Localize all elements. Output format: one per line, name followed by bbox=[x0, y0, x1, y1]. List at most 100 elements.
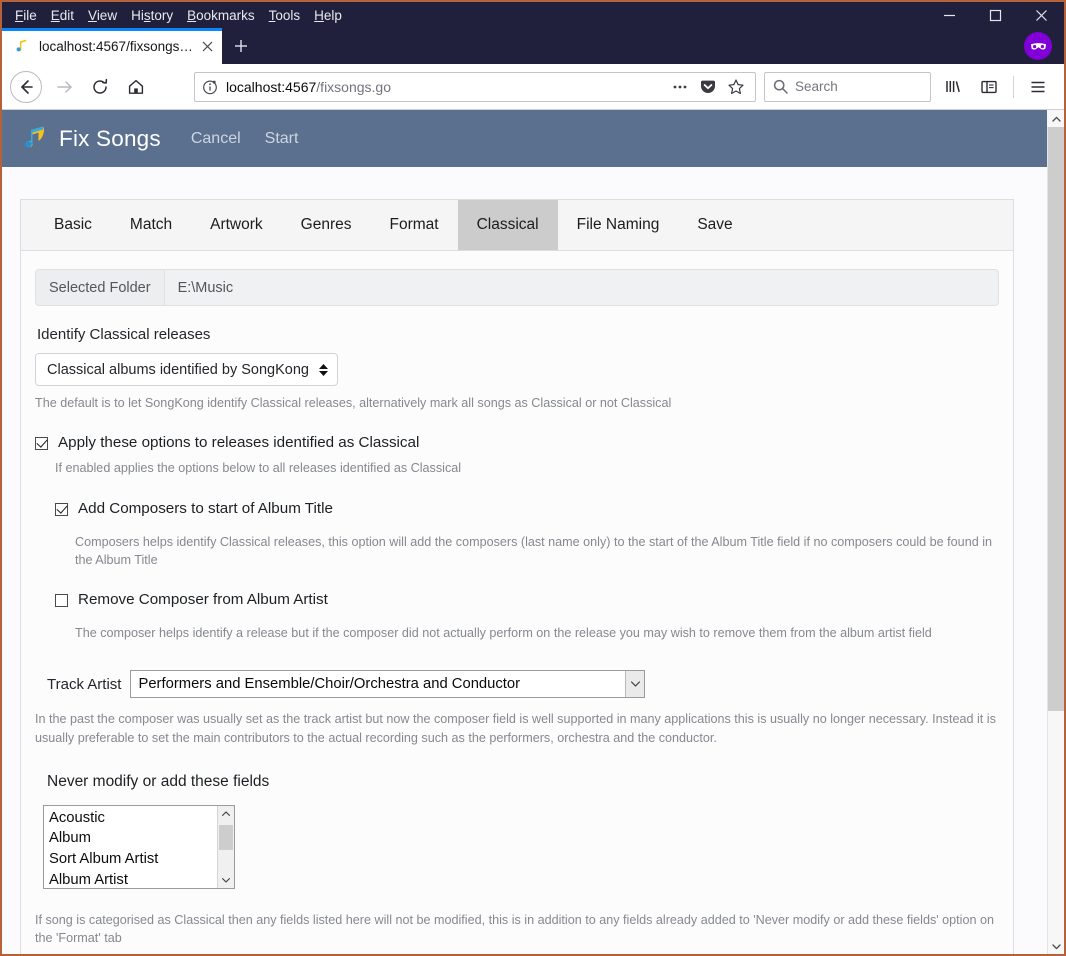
library-icon bbox=[946, 80, 960, 92]
back-arrow-icon bbox=[21, 79, 33, 94]
maximize-icon bbox=[989, 9, 1001, 21]
minimize-icon bbox=[943, 14, 955, 16]
close-icon bbox=[202, 41, 212, 51]
never-modify-listbox[interactable]: Acoustic Album Sort Album Artist Album A… bbox=[43, 804, 235, 889]
tab-format[interactable]: Format bbox=[371, 200, 458, 250]
identify-classical-value: Classical albums identified by SongKong bbox=[47, 361, 309, 378]
chevron-down-icon bbox=[625, 671, 645, 698]
scroll-down-icon[interactable] bbox=[218, 873, 234, 888]
menu-history[interactable]: History bbox=[124, 5, 180, 26]
track-artist-value: Performers and Ensemble/Choir/Orchestra … bbox=[138, 676, 521, 693]
window-controls bbox=[926, 2, 1064, 28]
menu-help[interactable]: Help bbox=[307, 5, 349, 26]
tab-classical[interactable]: Classical bbox=[457, 200, 558, 250]
add-composers-help: Composers helps identify Classical relea… bbox=[75, 534, 993, 567]
back-button[interactable] bbox=[10, 70, 42, 103]
browser-tab-title: localhost:4567/fixsongs.go bbox=[39, 38, 196, 54]
private-browsing-indicator[interactable] bbox=[1024, 32, 1052, 60]
toolbar-right-actions bbox=[935, 69, 1056, 105]
apply-options-row[interactable]: Apply these options to releases identifi… bbox=[35, 434, 999, 451]
add-composers-checkbox[interactable] bbox=[55, 502, 68, 516]
list-item[interactable]: Album Artist bbox=[49, 870, 217, 888]
page-scrollbar[interactable] bbox=[1047, 110, 1064, 954]
forward-button[interactable] bbox=[46, 69, 82, 105]
page-scroll-up-button[interactable] bbox=[1048, 110, 1064, 127]
tab-close-button[interactable] bbox=[196, 35, 218, 57]
selected-folder-group: Selected Folder E:\Music bbox=[35, 269, 999, 306]
sidebar-icon bbox=[981, 80, 997, 93]
web-page: Fix Songs Cancel Start Basic Match Artwo… bbox=[2, 110, 1047, 954]
add-composers-label: Add Composers to start of Album Title bbox=[78, 499, 333, 517]
remove-composer-help: The composer helps identify a release bu… bbox=[75, 626, 932, 640]
list-item[interactable]: Acoustic bbox=[49, 808, 217, 829]
add-composers-row[interactable]: Add Composers to start of Album Title bbox=[55, 500, 999, 517]
app-cancel-link[interactable]: Cancel bbox=[191, 130, 241, 148]
remove-composer-row[interactable]: Remove Composer from Album Artist bbox=[55, 591, 999, 608]
app-title: Fix Songs bbox=[59, 125, 161, 151]
menu-tools[interactable]: Tools bbox=[262, 5, 308, 26]
tab-artwork[interactable]: Artwork bbox=[191, 200, 282, 250]
reload-icon bbox=[93, 78, 108, 94]
selected-folder-value[interactable]: E:\Music bbox=[164, 270, 998, 305]
list-item[interactable]: Sort Album Artist bbox=[49, 849, 217, 870]
pocket-icon[interactable] bbox=[696, 75, 720, 99]
page-actions-icon[interactable] bbox=[668, 75, 692, 99]
minimize-button[interactable] bbox=[926, 2, 972, 28]
selected-folder-label: Selected Folder bbox=[36, 270, 165, 305]
identify-classical-select[interactable]: Classical albums identified by SongKong bbox=[35, 353, 338, 386]
tab-genres[interactable]: Genres bbox=[282, 200, 371, 250]
close-button[interactable] bbox=[1018, 2, 1064, 28]
page-viewport: Fix Songs Cancel Start Basic Match Artwo… bbox=[2, 110, 1064, 954]
home-icon bbox=[128, 79, 144, 94]
never-modify-title: Never modify or add these fields bbox=[47, 772, 270, 790]
page-scroll-thumb[interactable] bbox=[1048, 127, 1064, 711]
tab-match[interactable]: Match bbox=[111, 200, 191, 250]
songkong-note-logo bbox=[25, 126, 44, 148]
new-tab-button[interactable] bbox=[222, 28, 260, 64]
select-spinner-arrows-icon bbox=[318, 363, 328, 376]
apply-options-label: Apply these options to releases identifi… bbox=[58, 434, 420, 452]
page-info-icon[interactable] bbox=[202, 79, 218, 95]
library-button[interactable] bbox=[935, 69, 971, 105]
sidebar-button[interactable] bbox=[971, 69, 1007, 105]
url-bar[interactable]: localhost:4567/fixsongs.go bbox=[194, 71, 756, 102]
remove-composer-checkbox[interactable] bbox=[55, 594, 68, 607]
tab-basic[interactable]: Basic bbox=[35, 200, 111, 250]
forward-arrow-icon bbox=[57, 80, 72, 93]
list-item[interactable]: Album bbox=[49, 828, 217, 849]
listbox-scrollbar[interactable] bbox=[217, 805, 234, 888]
page-scroll-down-button[interactable] bbox=[1048, 938, 1064, 954]
search-icon bbox=[773, 79, 788, 94]
apply-options-checkbox[interactable] bbox=[35, 437, 48, 451]
app-menu-button[interactable] bbox=[1020, 69, 1056, 105]
never-modify-help: If song is categorised as Classical then… bbox=[35, 912, 994, 945]
url-bar-actions bbox=[668, 75, 748, 99]
track-artist-select[interactable]: Performers and Ensemble/Choir/Orchestra … bbox=[130, 670, 646, 699]
url-path: /fixsongs.go bbox=[316, 78, 392, 95]
settings-tab-bar: Basic Match Artwork Genres Format Classi… bbox=[21, 200, 1013, 251]
track-artist-help: In the past the composer was usually set… bbox=[35, 712, 996, 745]
menu-edit[interactable]: Edit bbox=[44, 5, 81, 26]
menu-bookmarks[interactable]: Bookmarks bbox=[180, 5, 262, 26]
search-bar[interactable]: Search bbox=[764, 71, 931, 102]
app-start-link[interactable]: Start bbox=[265, 130, 299, 148]
scroll-up-icon bbox=[1052, 116, 1061, 122]
search-input[interactable]: Search bbox=[795, 79, 838, 94]
reload-button[interactable] bbox=[82, 69, 118, 105]
star-icon[interactable] bbox=[724, 75, 748, 99]
menu-file[interactable]: File bbox=[8, 5, 44, 26]
never-modify-items: Acoustic Album Sort Album Artist Album A… bbox=[44, 806, 217, 888]
menu-view[interactable]: View bbox=[81, 5, 124, 26]
track-artist-row: Track Artist Performers and Ensemble/Cho… bbox=[47, 670, 999, 699]
app-navbar: Fix Songs Cancel Start bbox=[2, 110, 1047, 167]
tab-save[interactable]: Save bbox=[678, 200, 751, 250]
home-button[interactable] bbox=[118, 69, 154, 105]
hamburger-menu-icon bbox=[1031, 81, 1045, 92]
plus-icon bbox=[235, 40, 247, 52]
tab-file-naming[interactable]: File Naming bbox=[558, 200, 679, 250]
maximize-button[interactable] bbox=[972, 2, 1018, 28]
scroll-up-icon[interactable] bbox=[218, 806, 234, 821]
url-text[interactable]: localhost:4567/fixsongs.go bbox=[226, 79, 668, 95]
listbox-scroll-thumb[interactable] bbox=[219, 824, 233, 850]
browser-tab[interactable]: localhost:4567/fixsongs.go bbox=[2, 28, 222, 64]
